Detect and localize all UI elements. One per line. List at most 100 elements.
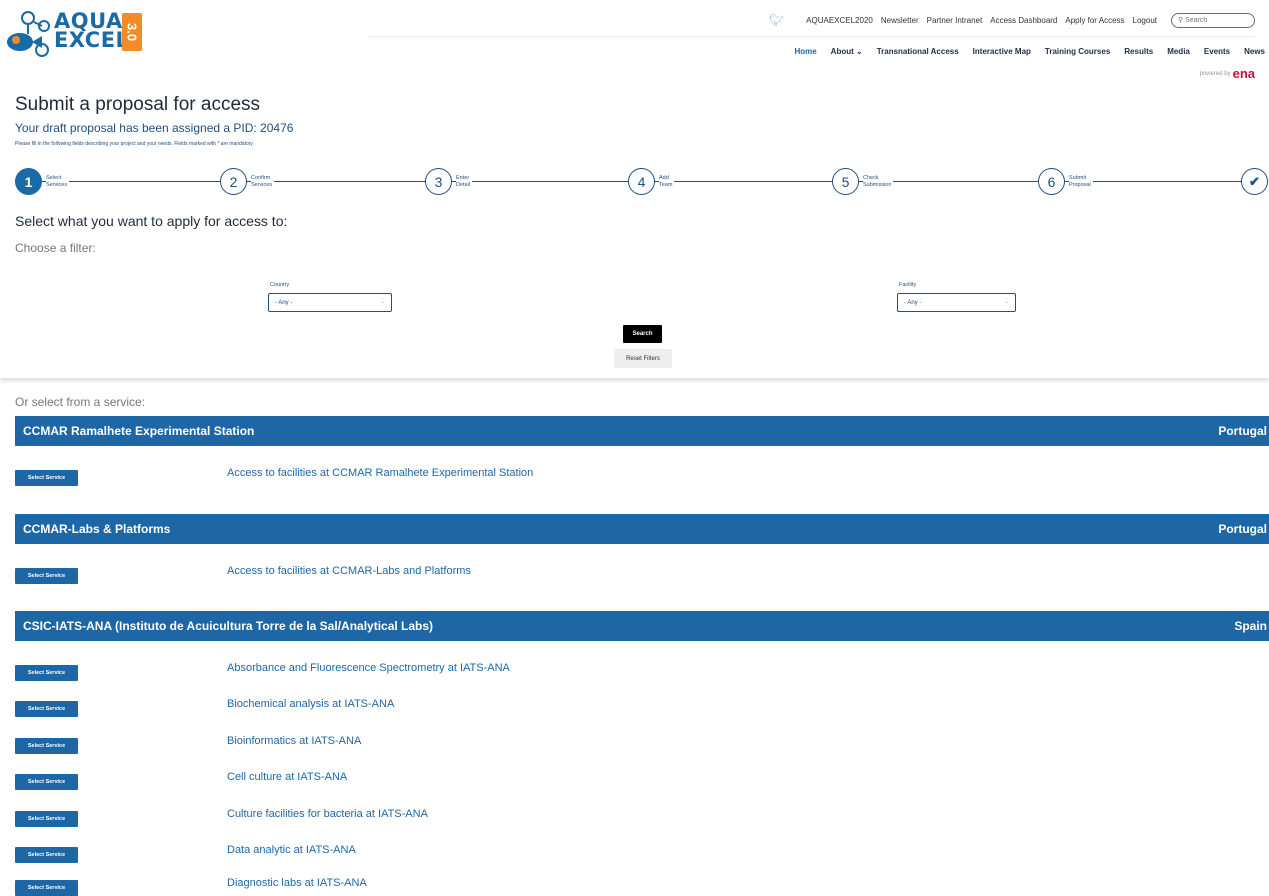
logo-fish-icon [7,11,50,57]
select-service-button[interactable]: Select Service [15,880,78,896]
group-header-ccmar-ramalhete: CCMAR Ramalhete Experimental Station Por… [15,416,1269,446]
filter-heading: Choose a filter: [15,241,96,255]
nav-item-training-courses[interactable]: Training Courses [1045,47,1110,56]
step-label: Select Services [46,174,70,189]
services-intro: Or select from a service: [15,395,146,409]
utility-bar: 🐦︎ AQUAEXCEL2020 Newsletter Partner Intr… [769,10,1255,30]
group-country: Portugal [1218,522,1267,536]
step-enter-detail[interactable]: 3 Enter Detail [425,168,473,195]
nav-item-home[interactable]: Home [794,47,816,56]
logo-version-badge: 3.0 [122,13,142,51]
country-select-value: - Any - [275,299,293,306]
topbar-link-logout[interactable]: Logout [1133,16,1157,25]
form-helper-text: Please fill in the following fields desc… [15,141,253,147]
step-add-team[interactable]: 4 Add Team [628,168,675,195]
service-name[interactable]: Diagnostic labs at IATS-ANA [227,877,367,889]
service-row: Select Service Biochemical analysis at I… [15,698,1269,719]
search-icon: ⚲ [1178,17,1184,24]
step-number: 2 [220,168,247,195]
service-row: Select Service Absorbance and Fluorescen… [15,662,1269,683]
nav-item-news[interactable]: News [1244,47,1265,56]
ena-logo: ena [1232,66,1255,81]
facility-select[interactable]: - Any - ⌄ [897,293,1016,312]
service-name[interactable]: Access to facilities at CCMAR-Labs and P… [227,565,471,577]
select-service-button[interactable]: Select Service [15,774,78,790]
select-service-button[interactable]: Select Service [15,811,78,827]
service-row: Select Service Culture facilities for ba… [15,808,1269,829]
nav-item-about[interactable]: About ⌄ [831,47,863,56]
service-name[interactable]: Bioinformatics at IATS-ANA [227,735,361,747]
service-row: Select Service Bioinformatics at IATS-AN… [15,735,1269,756]
chevron-down-icon: ⌄ [380,299,385,305]
step-label: Confirm Services [251,174,275,189]
nav-item-interactive-map[interactable]: Interactive Map [973,47,1031,56]
search-input[interactable] [1185,16,1246,24]
site-search[interactable]: ⚲ [1171,12,1255,28]
filter-panel: Country - Any - ⌄ Facility - Any - ⌄ Sea… [0,264,1269,378]
nav-item-results[interactable]: Results [1124,47,1153,56]
group-header-ccmar-labs: CCMAR-Labs & Platforms Portugal [15,514,1269,544]
powered-by[interactable]: powered by ena [1200,66,1255,81]
topbar-link-access-dashboard[interactable]: Access Dashboard [990,16,1057,25]
service-name[interactable]: Culture facilities for bacteria at IATS-… [227,808,428,820]
reset-filters-button[interactable]: Reset Filters [614,349,672,368]
search-button[interactable]: Search [623,325,662,343]
topbar-link-newsletter[interactable]: Newsletter [881,16,919,25]
step-check-submission[interactable]: 5 Check Submission [832,168,894,195]
facility-label: Facility [899,282,917,288]
checkmark-icon: ✔ [1241,168,1268,195]
facility-select-value: - Any - [904,299,922,306]
select-service-button[interactable]: Select Service [15,847,78,863]
step-confirm-services[interactable]: 2 Confirm Services [220,168,275,195]
step-number: 3 [425,168,452,195]
group-header-csic-iats-ana: CSIC-IATS-ANA (Instituto de Acuicultura … [15,611,1269,641]
header-divider [368,36,1255,37]
group-name: CSIC-IATS-ANA (Instituto de Acuicultura … [23,619,434,633]
service-name[interactable]: Absorbance and Fluorescence Spectrometry… [227,662,510,674]
service-row: Select Service Cell culture at IATS-ANA [15,771,1269,792]
country-select[interactable]: - Any - ⌄ [268,293,392,312]
group-name: CCMAR Ramalhete Experimental Station [23,424,255,438]
main-nav: Home About ⌄ Transnational Access Intera… [794,47,1265,56]
pid-notice: Your draft proposal has been assigned a … [15,121,294,135]
select-service-button[interactable]: Select Service [15,568,78,584]
step-label: Enter Detail [456,174,473,189]
service-name[interactable]: Access to facilities at CCMAR Ramalhete … [227,467,533,479]
step-number: 4 [628,168,655,195]
topbar-link-partner-intranet[interactable]: Partner Intranet [927,16,983,25]
aquaexcel-logo[interactable]: AQUA EXCEL 3.0 [4,4,154,60]
step-number: 6 [1038,168,1065,195]
service-name[interactable]: Cell culture at IATS-ANA [227,771,347,783]
select-service-button[interactable]: Select Service [15,470,78,486]
group-name: CCMAR-Labs & Platforms [23,522,171,536]
topbar-link-aquaexcel2020[interactable]: AQUAEXCEL2020 [806,16,873,25]
twitter-icon[interactable]: 🐦︎ [769,13,784,27]
step-submit-proposal[interactable]: 6 Submit Proposal [1038,168,1093,195]
step-label: Submit Proposal [1069,174,1093,189]
step-complete[interactable]: ✔ [1241,168,1268,195]
select-service-button[interactable]: Select Service [15,738,78,754]
service-row: Select Service Access to facilities at C… [15,565,1269,586]
nav-item-transnational-access[interactable]: Transnational Access [877,47,959,56]
country-label: Country [270,282,290,288]
group-country: Spain [1234,619,1267,633]
step-label: Check Submission [863,174,894,189]
nav-item-events[interactable]: Events [1204,47,1230,56]
service-name[interactable]: Data analytic at IATS-ANA [227,844,356,856]
service-row: Select Service Data analytic at IATS-ANA [15,844,1269,865]
select-heading: Select what you want to apply for access… [15,213,288,229]
step-label: Add Team [659,174,675,189]
proposal-stepper: 1 Select Services 2 Confirm Services 3 Ent… [15,168,1269,196]
service-row: Select Service Diagnostic labs at IATS-A… [15,877,1269,896]
step-number: 5 [832,168,859,195]
select-service-button[interactable]: Select Service [15,665,78,681]
select-service-button[interactable]: Select Service [15,701,78,717]
nav-item-media[interactable]: Media [1167,47,1190,56]
group-country: Portugal [1218,424,1267,438]
topbar-link-apply-for-access[interactable]: Apply for Access [1065,16,1124,25]
step-number: 1 [15,168,42,195]
powered-by-label: powered by [1199,70,1231,77]
step-select-services[interactable]: 1 Select Services [15,168,70,195]
service-row: Select Service Access to facilities at C… [15,467,1269,488]
service-name[interactable]: Biochemical analysis at IATS-ANA [227,698,394,710]
